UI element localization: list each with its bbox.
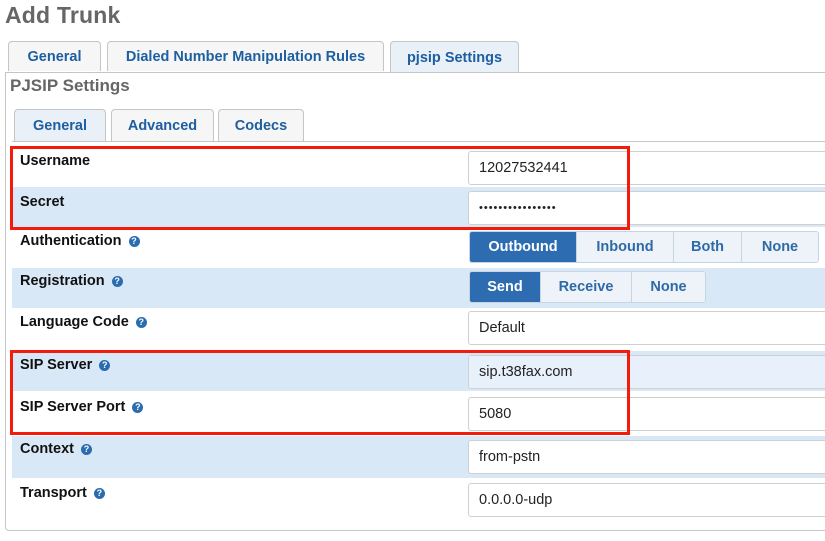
tab-general[interactable]: General: [8, 41, 101, 71]
registration-none-option[interactable]: None: [632, 272, 705, 302]
transport-select[interactable]: 0.0.0.0-udp: [468, 483, 825, 517]
authentication-outbound-option[interactable]: Outbound: [470, 232, 577, 262]
registration-send-option[interactable]: Send: [470, 272, 541, 302]
help-icon[interactable]: ?: [111, 275, 123, 287]
highlight-box-sip-server: [10, 350, 630, 435]
section-title: PJSIP Settings: [10, 76, 130, 95]
highlight-box-credentials: [10, 146, 630, 230]
language-code-select[interactable]: Default: [468, 311, 825, 345]
inner-tab-general[interactable]: General: [14, 109, 106, 142]
inner-tab-advanced[interactable]: Advanced: [111, 109, 214, 141]
authentication-both-option[interactable]: Both: [674, 232, 742, 262]
help-icon[interactable]: ?: [80, 443, 92, 455]
transport-label: Transport ?: [20, 485, 105, 501]
help-icon[interactable]: ?: [135, 316, 147, 328]
registration-receive-option[interactable]: Receive: [541, 272, 632, 302]
language-code-label: Language Code ?: [20, 314, 147, 330]
page-title: Add Trunk: [5, 2, 121, 28]
authentication-inbound-option[interactable]: Inbound: [577, 232, 674, 262]
tab-dialed-number-manipulation-rules[interactable]: Dialed Number Manipulation Rules: [107, 41, 384, 71]
inner-tab-codecs[interactable]: Codecs: [218, 109, 304, 141]
context-label: Context ?: [20, 441, 92, 457]
authentication-label: Authentication ?: [20, 233, 140, 249]
context-field[interactable]: from-pstn: [468, 440, 825, 474]
help-icon[interactable]: ?: [128, 235, 140, 247]
help-icon[interactable]: ?: [93, 487, 105, 499]
registration-toggle: Send Receive None: [469, 271, 706, 303]
registration-label: Registration ?: [20, 273, 123, 289]
authentication-none-option[interactable]: None: [742, 232, 818, 262]
tab-pjsip-settings[interactable]: pjsip Settings: [390, 41, 519, 73]
authentication-toggle: Outbound Inbound Both None: [469, 231, 819, 263]
